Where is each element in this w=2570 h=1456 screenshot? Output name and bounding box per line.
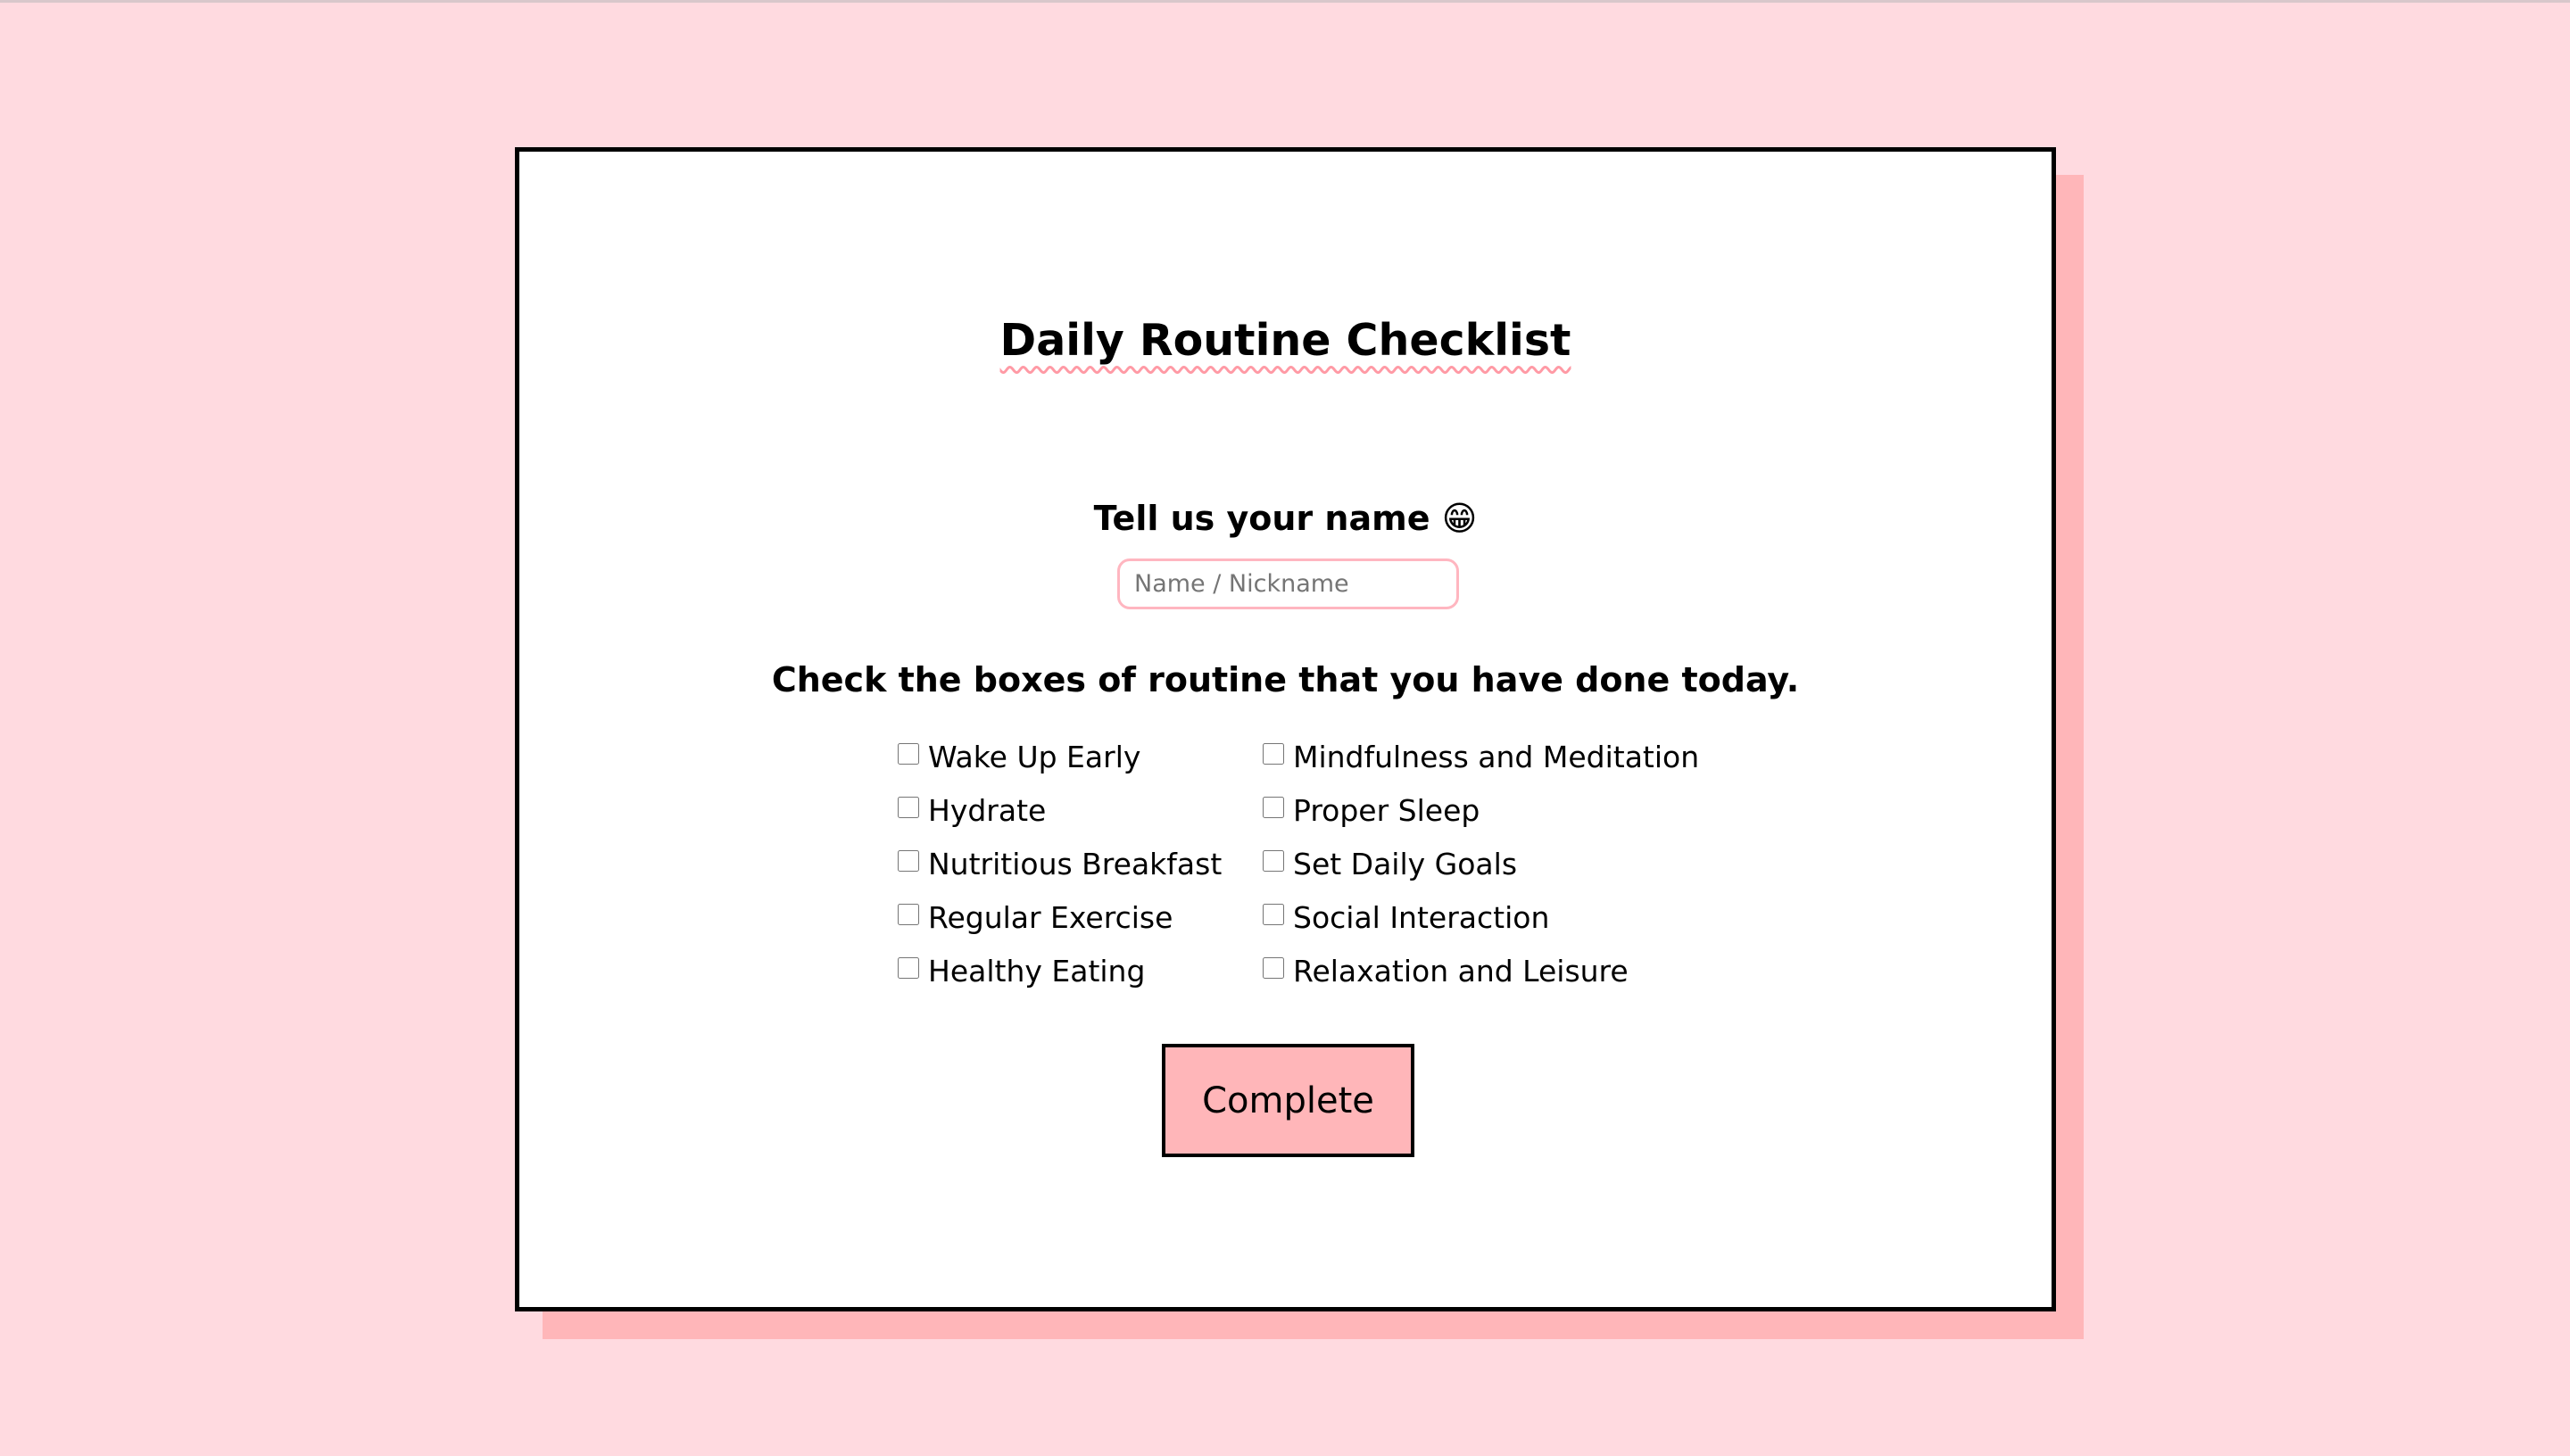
window-top-edge: [0, 0, 2570, 3]
checklist-item-label: Regular Exercise: [928, 899, 1173, 935]
checkbox-proper-sleep[interactable]: [1263, 797, 1284, 818]
checklist-item-label: Wake Up Early: [928, 739, 1141, 774]
checklist-item-label: Nutritious Breakfast: [928, 846, 1223, 881]
checkbox-social-interaction[interactable]: [1263, 904, 1284, 925]
checklist-item-set-daily-goals[interactable]: Set Daily Goals: [1263, 837, 1699, 890]
checklist-column-left: Wake Up Early Hydrate Nutritious Breakfa…: [898, 730, 1222, 997]
checklist-item-relaxation[interactable]: Relaxation and Leisure: [1263, 944, 1699, 997]
checkbox-mindfulness[interactable]: [1263, 743, 1284, 765]
checklist-item-mindfulness[interactable]: Mindfulness and Meditation: [1263, 730, 1699, 783]
complete-button[interactable]: Complete: [1162, 1044, 1414, 1157]
checklist-item-nutritious-breakfast[interactable]: Nutritious Breakfast: [898, 837, 1222, 890]
checklist-item-label: Relaxation and Leisure: [1293, 953, 1629, 989]
checklist-item-hydrate[interactable]: Hydrate: [898, 783, 1222, 837]
checklist-item-regular-exercise[interactable]: Regular Exercise: [898, 890, 1222, 944]
name-label: Tell us your name 😁: [1093, 499, 1478, 538]
checklist-item-label: Mindfulness and Meditation: [1293, 739, 1700, 774]
checkbox-hydrate[interactable]: [898, 797, 919, 818]
checklist-column-right: Mindfulness and Meditation Proper Sleep …: [1263, 730, 1699, 997]
checklist-item-label: Proper Sleep: [1293, 792, 1480, 828]
instruction-text: Check the boxes of routine that you have…: [771, 660, 1800, 699]
checkbox-healthy-eating[interactable]: [898, 957, 919, 979]
checkbox-wake-up-early[interactable]: [898, 743, 919, 765]
checklist-item-social-interaction[interactable]: Social Interaction: [1263, 890, 1699, 944]
checklist-item-healthy-eating[interactable]: Healthy Eating: [898, 944, 1222, 997]
checkbox-regular-exercise[interactable]: [898, 904, 919, 925]
checkbox-relaxation[interactable]: [1263, 957, 1284, 979]
checklist-card: Daily Routine Checklist Tell us your nam…: [515, 147, 2056, 1311]
checklist-item-label: Social Interaction: [1293, 899, 1550, 935]
checklist-item-wake-up-early[interactable]: Wake Up Early: [898, 730, 1222, 783]
checkbox-set-daily-goals[interactable]: [1263, 850, 1284, 872]
page-title: Daily Routine Checklist: [999, 315, 1571, 366]
checklist-item-label: Hydrate: [928, 792, 1047, 828]
checklist-item-label: Set Daily Goals: [1293, 846, 1518, 881]
name-input[interactable]: [1117, 558, 1459, 609]
checkbox-nutritious-breakfast[interactable]: [898, 850, 919, 872]
checklist-item-label: Healthy Eating: [928, 953, 1146, 989]
checklist-item-proper-sleep[interactable]: Proper Sleep: [1263, 783, 1699, 837]
